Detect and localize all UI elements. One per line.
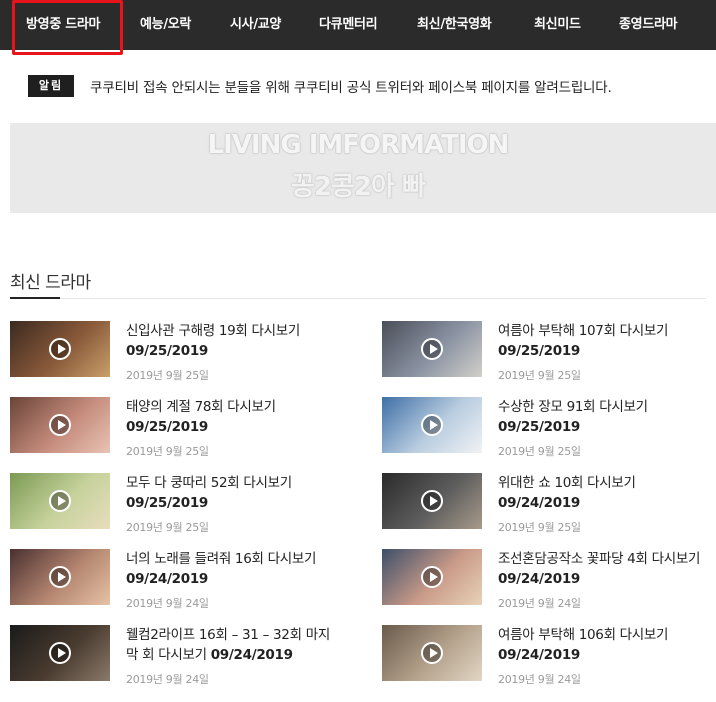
post-title-text[interactable]: 여름아 부탁해 107회 다시보기 [498, 323, 668, 339]
post-title-text[interactable]: 조선혼담공작소 꽃파당 4회 다시보기 [498, 551, 700, 567]
section-divider [10, 298, 706, 299]
post-title[interactable]: 여름아 부탁해 107회 다시보기 09/25/2019 [498, 321, 712, 361]
post-card[interactable]: 위대한 쇼 10회 다시보기 09/24/2019 2019년 9월 25일 [382, 473, 712, 537]
play-icon[interactable] [421, 642, 443, 664]
play-icon[interactable] [421, 490, 443, 512]
notice-badge: 알림 [28, 75, 74, 97]
post-card[interactable]: 여름아 부탁해 107회 다시보기 09/25/2019 2019년 9월 25일 [382, 321, 712, 385]
post-published-date: 2019년 9월 25일 [498, 521, 581, 534]
post-thumbnail[interactable] [10, 473, 110, 529]
post-date: 09/24/2019 [126, 571, 209, 587]
post-title-text[interactable]: 신입사관 구해령 19회 다시보기 [126, 323, 300, 339]
post-published-date: 2019년 9월 25일 [126, 445, 209, 458]
post-thumbnail[interactable] [10, 397, 110, 453]
post-published-date: 2019년 9월 25일 [126, 521, 209, 534]
post-title[interactable]: 신입사관 구해령 19회 다시보기 09/25/2019 [126, 321, 340, 361]
banner-subtitle: 꽁2콩2아 빠 [291, 172, 426, 202]
post-thumbnail[interactable] [382, 397, 482, 453]
nav-item-current-affairs[interactable]: 시사/교양 [230, 0, 281, 50]
post-title-text[interactable]: 위대한 쇼 10회 다시보기 [498, 475, 636, 491]
post-date: 09/25/2019 [498, 343, 581, 359]
post-thumbnail[interactable] [10, 625, 110, 681]
post-title-text[interactable]: 너의 노래를 들려줘 16회 다시보기 [126, 551, 316, 567]
post-date: 09/24/2019 [498, 647, 581, 663]
play-icon[interactable] [49, 414, 71, 436]
post-thumbnail[interactable] [382, 321, 482, 377]
post-title[interactable]: 위대한 쇼 10회 다시보기 09/24/2019 [498, 473, 712, 513]
play-icon[interactable] [421, 414, 443, 436]
post-date: 09/25/2019 [126, 419, 209, 435]
post-title[interactable]: 태양의 계절 78회 다시보기 09/25/2019 [126, 397, 340, 437]
post-thumbnail[interactable] [382, 625, 482, 681]
post-published-date: 2019년 9월 24일 [498, 597, 581, 610]
play-icon[interactable] [49, 338, 71, 360]
post-thumbnail[interactable] [10, 549, 110, 605]
post-card[interactable]: 여름아 부탁해 106회 다시보기 09/24/2019 2019년 9월 24일 [382, 625, 712, 689]
post-thumbnail[interactable] [382, 549, 482, 605]
nav-item-us-drama[interactable]: 최신미드 [534, 0, 581, 50]
post-card[interactable]: 태양의 계절 78회 다시보기 09/25/2019 2019년 9월 25일 [10, 397, 340, 461]
post-title[interactable]: 수상한 장모 91회 다시보기 09/25/2019 [498, 397, 712, 437]
post-thumbnail[interactable] [10, 321, 110, 377]
section-divider-accent [10, 297, 60, 299]
nav-item-ended-drama[interactable]: 종영드라마 [619, 0, 678, 50]
notice-text[interactable]: 쿠쿠티비 접속 안되시는 분들을 위해 쿠쿠티비 공식 트위터와 페이스북 페이… [90, 76, 612, 96]
play-icon[interactable] [49, 490, 71, 512]
post-date: 09/25/2019 [126, 343, 209, 359]
post-card[interactable]: 너의 노래를 들려줘 16회 다시보기 09/24/2019 2019년 9월 2… [10, 549, 340, 613]
post-published-date: 2019년 9월 25일 [498, 369, 581, 382]
post-title[interactable]: 웰컴2라이프 16회 – 31 – 32회 마지막 회 다시보기 09/24/2… [126, 625, 340, 665]
post-published-date: 2019년 9월 25일 [126, 369, 209, 382]
post-date: 09/24/2019 [498, 495, 581, 511]
post-published-date: 2019년 9월 24일 [126, 597, 209, 610]
post-card[interactable]: 신입사관 구해령 19회 다시보기 09/25/2019 2019년 9월 25일 [10, 321, 340, 385]
post-thumbnail[interactable] [382, 473, 482, 529]
play-icon[interactable] [49, 642, 71, 664]
post-title-text[interactable]: 여름아 부탁해 106회 다시보기 [498, 627, 668, 643]
post-title[interactable]: 모두 다 쿵따리 52회 다시보기 09/25/2019 [126, 473, 340, 513]
nav-item-korean-movie[interactable]: 최신/한국영화 [417, 0, 492, 50]
post-card[interactable]: 수상한 장모 91회 다시보기 09/25/2019 2019년 9월 25일 [382, 397, 712, 461]
section-title: 최신 드라마 [10, 273, 91, 293]
top-navigation: 방영중 드라마 예능/오락 시사/교양 다큐멘터리 최신/한국영화 최신미드 종… [0, 0, 716, 50]
play-icon[interactable] [421, 338, 443, 360]
banner-title: LIVING IMFORMATION [207, 130, 510, 160]
play-icon[interactable] [421, 566, 443, 588]
post-card[interactable]: 모두 다 쿵따리 52회 다시보기 09/25/2019 2019년 9월 25일 [10, 473, 340, 537]
post-published-date: 2019년 9월 24일 [498, 673, 581, 686]
post-date: 09/24/2019 [210, 647, 293, 663]
post-card[interactable]: 웰컴2라이프 16회 – 31 – 32회 마지막 회 다시보기 09/24/2… [10, 625, 340, 689]
post-title[interactable]: 여름아 부탁해 106회 다시보기 09/24/2019 [498, 625, 712, 665]
nav-item-airing-drama[interactable]: 방영중 드라마 [26, 0, 100, 50]
post-title[interactable]: 너의 노래를 들려줘 16회 다시보기 09/24/2019 [126, 549, 340, 589]
notice-bar: 알림 쿠쿠티비 접속 안되시는 분들을 위해 쿠쿠티비 공식 트위터와 페이스북… [0, 62, 716, 108]
post-card[interactable]: 조선혼담공작소 꽃파당 4회 다시보기 09/24/2019 2019년 9월 2… [382, 549, 712, 613]
nav-item-documentary[interactable]: 다큐멘터리 [319, 0, 378, 50]
post-date: 09/24/2019 [498, 571, 581, 587]
nav-item-variety[interactable]: 예능/오락 [140, 0, 191, 50]
post-title-text[interactable]: 모두 다 쿵따리 52회 다시보기 [126, 475, 292, 491]
post-title[interactable]: 조선혼담공작소 꽃파당 4회 다시보기 09/24/2019 [498, 549, 712, 589]
play-icon[interactable] [49, 566, 71, 588]
post-date: 09/25/2019 [126, 495, 209, 511]
post-published-date: 2019년 9월 25일 [498, 445, 581, 458]
post-title-text[interactable]: 수상한 장모 91회 다시보기 [498, 399, 648, 415]
post-published-date: 2019년 9월 24일 [126, 673, 209, 686]
post-title-text[interactable]: 태양의 계절 78회 다시보기 [126, 399, 276, 415]
post-date: 09/25/2019 [498, 419, 581, 435]
